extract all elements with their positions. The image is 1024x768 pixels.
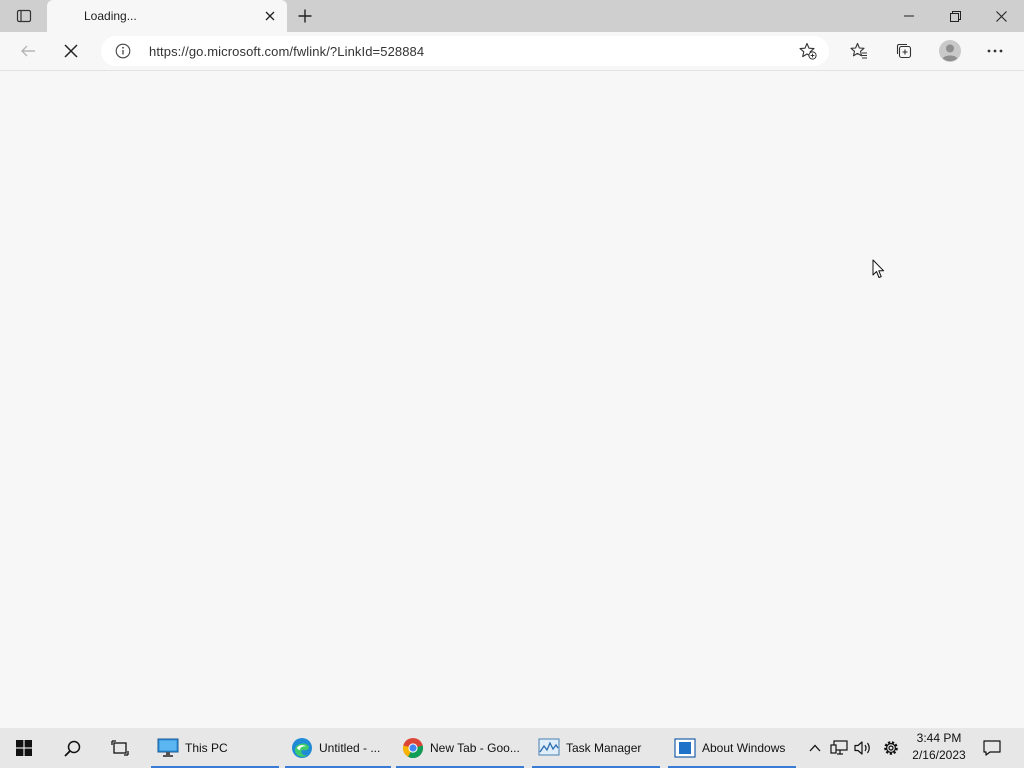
profile-button[interactable]: [934, 35, 966, 67]
monitor-icon: [157, 737, 179, 759]
minimize-icon: [904, 11, 914, 21]
collections-button[interactable]: [888, 35, 920, 67]
collections-icon: [895, 42, 913, 60]
star-add-icon[interactable]: [799, 42, 817, 60]
more-options-icon: [987, 49, 1003, 53]
task-manager-icon: [538, 737, 560, 759]
address-bar[interactable]: https://go.microsoft.com/fwlink/?LinkId=…: [101, 36, 829, 66]
tab-actions-icon: [16, 8, 32, 24]
tab-strip: Loading...: [0, 0, 1024, 32]
close-window-button[interactable]: [978, 0, 1024, 32]
minimize-button[interactable]: [886, 0, 932, 32]
active-tab[interactable]: Loading...: [47, 0, 287, 32]
taskbar-app-chrome[interactable]: New Tab - Goo...: [396, 728, 524, 768]
start-button[interactable]: [0, 728, 48, 768]
windows-logo-icon: [16, 740, 32, 756]
browser-toolbar: https://go.microsoft.com/fwlink/?LinkId=…: [0, 32, 1024, 71]
network-button[interactable]: [828, 728, 850, 768]
taskbar-clock[interactable]: 3:44 PM 2/16/2023: [911, 730, 967, 766]
taskbar-app-edge[interactable]: Untitled - ...: [285, 728, 391, 768]
close-window-icon: [995, 10, 1007, 22]
plus-icon: [298, 9, 312, 23]
clock-time: 3:44 PM: [916, 731, 962, 745]
close-tab-button[interactable]: [262, 8, 278, 24]
chrome-icon: [402, 737, 424, 759]
stop-loading-icon: [64, 44, 78, 58]
back-arrow-icon: [20, 43, 36, 59]
settings-button[interactable]: [879, 728, 903, 768]
taskbar-app-label: Untitled - ...: [319, 741, 381, 755]
favorites-icon: [850, 42, 868, 60]
taskbar-app-label: New Tab - Goo...: [430, 741, 520, 755]
speaker-icon: [854, 740, 872, 756]
taskbar: This PC Untitled - ... New Tab - Goo... …: [0, 728, 1024, 768]
notification-icon: [983, 740, 1001, 756]
taskbar-app-label: This PC: [185, 741, 228, 755]
info-icon[interactable]: [115, 43, 131, 59]
network-icon: [830, 740, 848, 756]
tab-title: Loading...: [84, 9, 137, 23]
close-icon: [265, 11, 275, 21]
task-view-button[interactable]: [96, 728, 144, 768]
stop-loading-button[interactable]: [55, 35, 87, 67]
profile-avatar-icon: [938, 39, 962, 63]
taskbar-app-label: About Windows: [702, 741, 786, 755]
action-center-button[interactable]: [978, 728, 1006, 768]
tab-actions-button[interactable]: [8, 4, 40, 28]
restore-icon: [949, 10, 961, 22]
search-icon: [63, 740, 81, 757]
more-options-button[interactable]: [979, 35, 1011, 67]
chevron-up-icon: [809, 744, 821, 752]
search-button[interactable]: [48, 728, 96, 768]
new-tab-button[interactable]: [292, 4, 318, 28]
clock-date: 2/16/2023: [912, 748, 966, 762]
address-url[interactable]: https://go.microsoft.com/fwlink/?LinkId=…: [149, 44, 424, 59]
taskbar-app-this-pc[interactable]: This PC: [151, 728, 279, 768]
gear-icon: [882, 739, 900, 757]
volume-button[interactable]: [852, 728, 874, 768]
mouse-pointer-icon: [872, 259, 886, 279]
edge-icon: [291, 737, 313, 759]
page-content: [0, 71, 1024, 728]
taskbar-app-label: Task Manager: [566, 741, 642, 755]
show-hidden-icons-button[interactable]: [804, 728, 826, 768]
taskbar-app-about-windows[interactable]: About Windows: [668, 728, 796, 768]
favorites-button[interactable]: [843, 35, 875, 67]
winver-icon: [674, 737, 696, 759]
taskbar-app-task-manager[interactable]: Task Manager: [532, 728, 660, 768]
task-view-icon: [111, 740, 129, 756]
back-button[interactable]: [12, 35, 44, 67]
restore-button[interactable]: [932, 0, 978, 32]
